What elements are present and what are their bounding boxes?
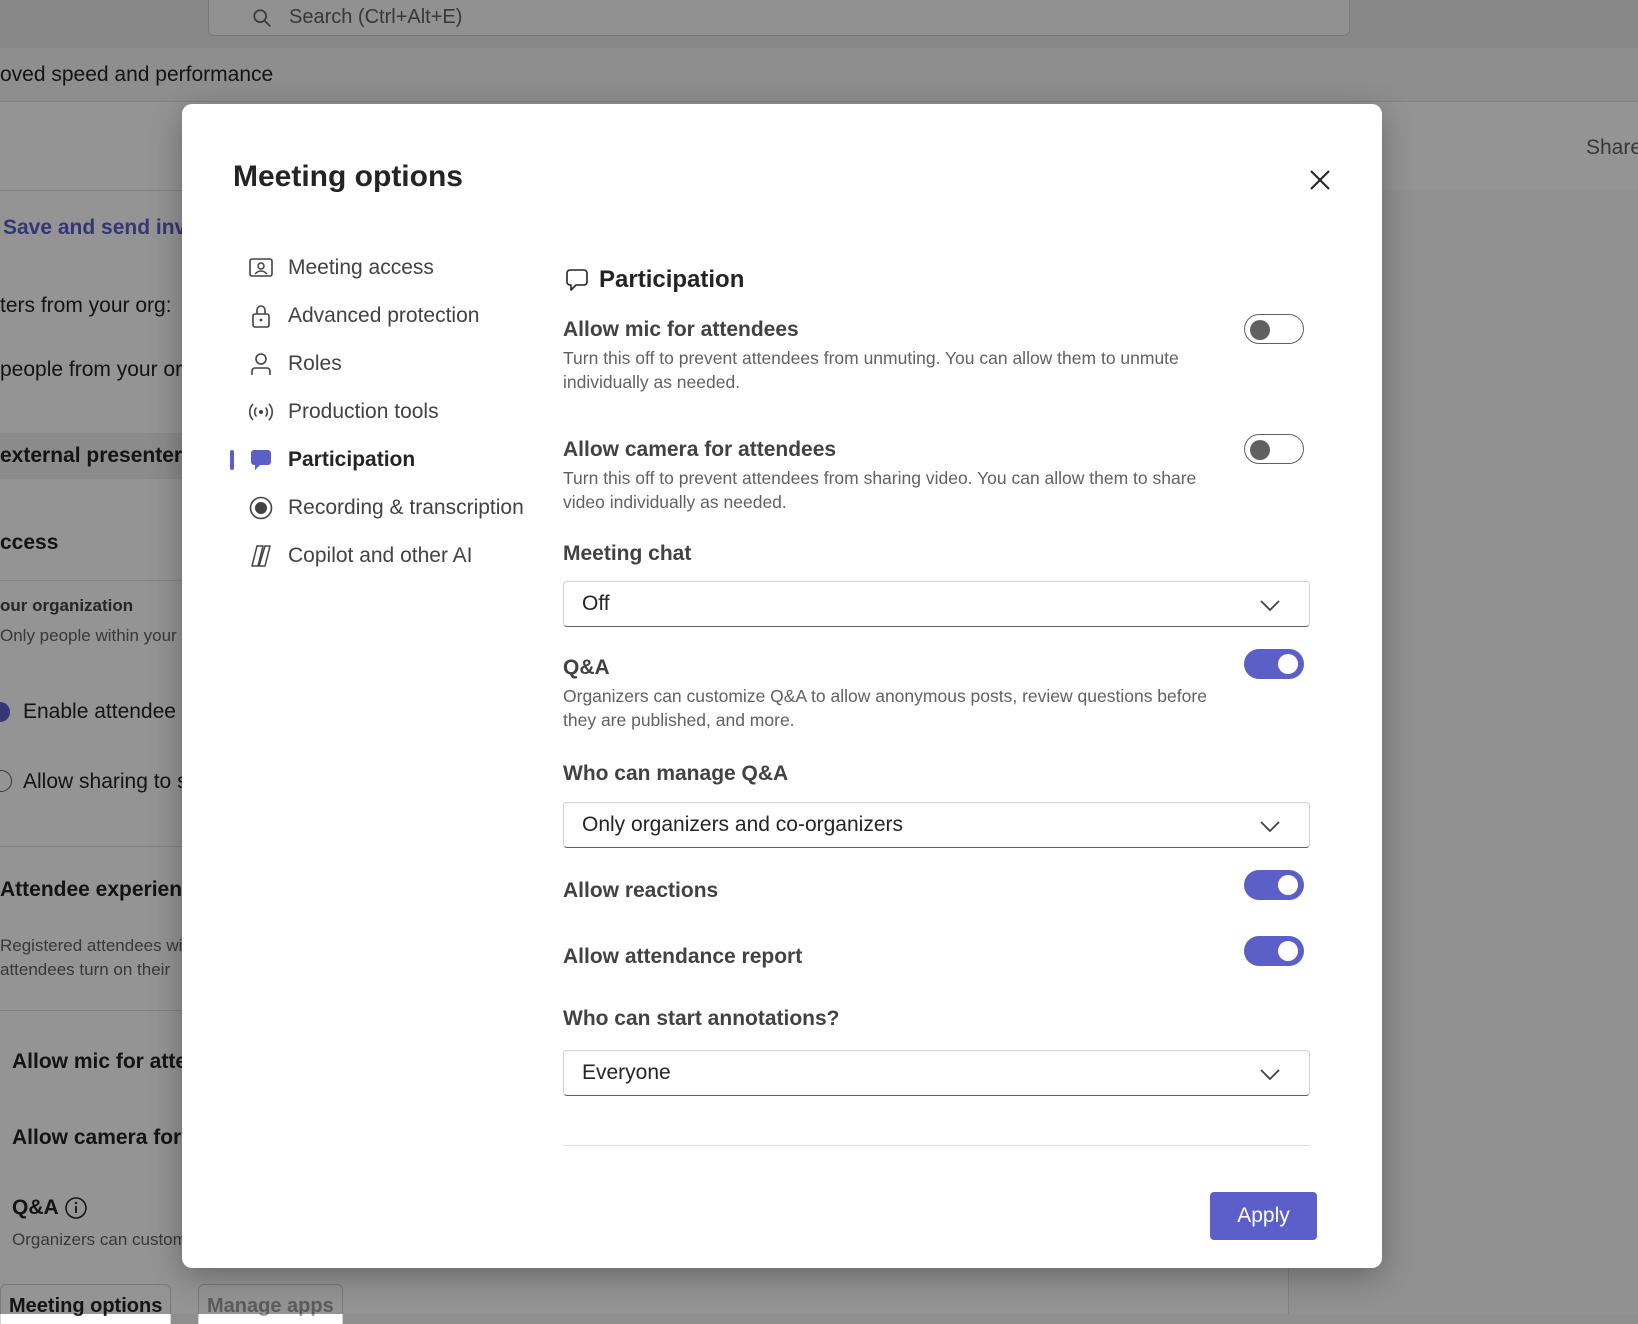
meeting-chat-dropdown[interactable]: Off (563, 581, 1310, 627)
toggle-knob (1250, 440, 1270, 460)
meeting-access-icon (248, 255, 274, 281)
camera-setting-title: Allow camera for attendees (563, 438, 837, 461)
nav-label: Advanced protection (288, 304, 480, 327)
reactions-toggle[interactable] (1244, 870, 1304, 900)
section-header: Participation (563, 266, 744, 294)
nav-item-recording-transcription[interactable]: Recording & transcription (230, 484, 530, 532)
nav-item-production-tools[interactable]: Production tools (230, 388, 530, 436)
toggle-knob (1278, 654, 1298, 674)
attendance-setting-title: Allow attendance report (563, 945, 803, 968)
lock-icon (248, 303, 274, 329)
attendance-toggle[interactable] (1244, 936, 1304, 966)
manage-qa-dropdown[interactable]: Only organizers and co-organizers (563, 802, 1310, 848)
qa-toggle[interactable] (1244, 649, 1304, 679)
broadcast-icon (248, 399, 274, 425)
qa-setting-title: Q&A (563, 656, 610, 679)
nav-label: Roles (288, 352, 342, 375)
person-icon (248, 351, 274, 377)
chat-bubble-icon (248, 447, 274, 473)
meeting-options-dialog: Meeting options Meeting access Advanced … (182, 104, 1382, 1268)
annotations-dropdown[interactable]: Everyone (563, 1050, 1310, 1096)
nav-item-roles[interactable]: Roles (230, 340, 530, 388)
toggle-knob (1278, 875, 1298, 895)
copilot-icon (248, 543, 274, 569)
chevron-down-icon (1260, 1069, 1280, 1081)
chat-bubble-icon (566, 269, 588, 291)
chevron-down-icon (1260, 821, 1280, 833)
nav-item-copilot-ai[interactable]: Copilot and other AI (230, 532, 530, 580)
toggle-knob (1250, 320, 1270, 340)
mic-setting-title: Allow mic for attendees (563, 318, 799, 341)
manage-qa-label: Who can manage Q&A (563, 762, 789, 785)
qa-setting-desc: Organizers can customize Q&A to allow an… (563, 686, 1207, 730)
dropdown-value: Only organizers and co-organizers (582, 813, 903, 836)
nav-label: Meeting access (288, 256, 434, 279)
dropdown-value: Everyone (582, 1061, 671, 1084)
dropdown-value: Off (582, 592, 610, 615)
annotations-label: Who can start annotations? (563, 1007, 840, 1030)
mic-setting-desc: Turn this off to prevent attendees from … (563, 348, 1179, 392)
nav-label: Copilot and other AI (288, 544, 473, 567)
chevron-down-icon (1260, 600, 1280, 612)
dialog-title: Meeting options (233, 160, 463, 193)
nav-item-participation[interactable]: Participation (230, 436, 530, 484)
nav-label: Participation (288, 448, 416, 471)
toggle-knob (1278, 941, 1298, 961)
close-button[interactable] (1300, 160, 1340, 200)
reactions-setting-title: Allow reactions (563, 879, 719, 902)
nav-item-meeting-access[interactable]: Meeting access (230, 244, 530, 292)
meeting-chat-label: Meeting chat (563, 542, 692, 565)
section-title: Participation (599, 266, 745, 293)
mic-toggle[interactable] (1244, 314, 1304, 344)
content-divider (563, 1145, 1310, 1146)
camera-toggle[interactable] (1244, 434, 1304, 464)
nav-label: Recording & transcription (288, 496, 524, 519)
options-nav: Meeting access Advanced protection Roles… (230, 244, 530, 580)
nav-item-advanced-protection[interactable]: Advanced protection (230, 292, 530, 340)
nav-label: Production tools (288, 400, 439, 423)
apply-button[interactable]: Apply (1210, 1192, 1317, 1240)
record-icon (248, 495, 274, 521)
active-indicator (230, 450, 234, 470)
close-icon (1310, 170, 1330, 190)
camera-setting-desc: Turn this off to prevent attendees from … (563, 468, 1197, 512)
